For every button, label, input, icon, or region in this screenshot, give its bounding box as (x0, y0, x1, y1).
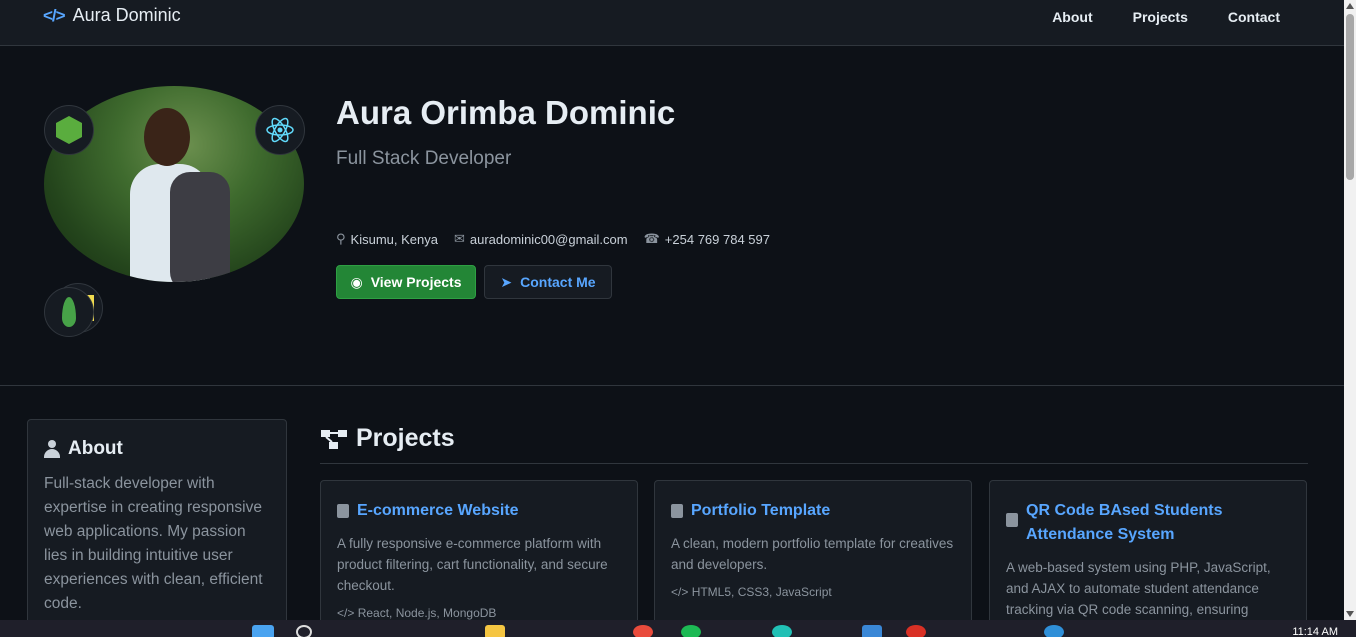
location-item: ⚲ Kisumu, Kenya (336, 231, 438, 247)
hero-name: Aura Orimba Dominic (336, 94, 676, 131)
os-taskbar: 11:14 AM (0, 620, 1356, 637)
project-tech: </> HTML5, CSS3, JavaScript (671, 585, 955, 599)
phone-icon: ☎ (643, 231, 660, 246)
spotify-icon[interactable] (681, 625, 701, 637)
project-title-link[interactable]: E-commerce Website (357, 499, 519, 523)
contact-info: ⚲ Kisumu, Kenya ✉ auradominic00@gmail.co… (336, 231, 770, 247)
react-badge (255, 105, 305, 155)
nodejs-badge (44, 105, 94, 155)
mongodb-icon (62, 297, 76, 327)
view-projects-button[interactable]: ◉ View Projects (336, 265, 476, 299)
chrome-icon[interactable] (906, 625, 926, 637)
app-icon[interactable] (772, 625, 792, 637)
brand-name: Aura Dominic (72, 5, 181, 25)
map-marker-icon: ⚲ (336, 231, 346, 246)
project-tech: </> React, Node.js, MongoDB (337, 606, 621, 620)
book-icon (671, 504, 683, 518)
about-title: About (68, 438, 123, 459)
project-card: E-commerce Website A fully responsive e-… (320, 480, 638, 630)
scroll-down-arrow-icon[interactable] (1346, 611, 1354, 617)
projects-divider (320, 463, 1308, 464)
contact-me-label: Contact Me (520, 274, 596, 290)
project-description: A clean, modern portfolio template for c… (671, 536, 954, 572)
project-title-row: E-commerce Website (337, 499, 621, 523)
envelope-icon: ✉ (453, 231, 465, 246)
brand-link[interactable]: </> Aura Dominic (43, 5, 181, 26)
edge-icon[interactable] (1044, 625, 1064, 637)
browser-icon[interactable] (633, 625, 653, 637)
react-icon (266, 117, 294, 143)
about-card: About Full-stack developer with expertis… (27, 419, 287, 629)
project-diagram-icon (321, 429, 347, 449)
email-item: ✉ auradominic00@gmail.com (454, 231, 628, 247)
about-heading: About (44, 438, 270, 460)
mongodb-badge (44, 287, 94, 337)
projects-title: Projects (356, 424, 455, 452)
nav-link-projects[interactable]: Projects (1133, 9, 1188, 25)
navbar: </> Aura Dominic About Projects Contact (0, 0, 1344, 46)
code-icon: </> (671, 585, 692, 599)
nav-link-about[interactable]: About (1052, 9, 1092, 25)
about-text: Full-stack developer with expertise in c… (44, 475, 263, 612)
phone-text: +254 769 784 597 (664, 231, 770, 247)
paper-plane-icon: ➤ (500, 273, 513, 290)
project-title-link[interactable]: QR Code BAsed Students Attendance System (1026, 499, 1290, 547)
scrollbar-thumb[interactable] (1346, 14, 1354, 180)
project-tech-text: React, Node.js, MongoDB (357, 606, 497, 620)
project-title-row: QR Code BAsed Students Attendance System (1006, 499, 1290, 547)
file-explorer-icon[interactable] (485, 625, 505, 637)
project-title-link[interactable]: Portfolio Template (691, 499, 830, 523)
contact-me-button[interactable]: ➤ Contact Me (484, 265, 612, 299)
project-description: A fully responsive e-commerce platform w… (337, 536, 608, 593)
clock-time: 11:14 AM (1292, 626, 1338, 637)
scrollbar[interactable] (1344, 0, 1356, 620)
photo-scarf (170, 172, 230, 282)
project-description: A web-based system using PHP, JavaScript… (1006, 560, 1271, 617)
nodejs-icon (56, 116, 82, 144)
book-icon (1006, 513, 1018, 527)
windows-start-icon[interactable] (252, 625, 274, 637)
user-icon (44, 440, 60, 458)
scroll-up-arrow-icon[interactable] (1346, 3, 1354, 9)
search-icon[interactable] (296, 625, 312, 637)
phone-item: ☎ +254 769 784 597 (644, 231, 770, 247)
code-icon: </> (337, 606, 358, 620)
project-title-row: Portfolio Template (671, 499, 955, 523)
project-card: QR Code BAsed Students Attendance System… (989, 480, 1307, 630)
view-projects-label: View Projects (370, 274, 462, 290)
hero-section: Aura Orimba Dominic Full Stack Developer… (0, 46, 1344, 386)
vscode-icon[interactable] (862, 625, 882, 637)
projects-heading: Projects (320, 424, 455, 453)
book-icon (337, 504, 349, 518)
nav-links: About Projects Contact (1052, 9, 1280, 25)
location-text: Kisumu, Kenya (350, 231, 438, 247)
nav-link-contact[interactable]: Contact (1228, 9, 1280, 25)
hero-role: Full Stack Developer (336, 148, 512, 169)
project-tech-text: HTML5, CSS3, JavaScript (691, 585, 832, 599)
email-text: auradominic00@gmail.com (469, 231, 628, 247)
project-card: Portfolio Template A clean, modern portf… (654, 480, 972, 630)
photo-head (144, 108, 190, 166)
code-icon: </> (43, 5, 66, 25)
eye-icon: ◉ (350, 273, 363, 290)
